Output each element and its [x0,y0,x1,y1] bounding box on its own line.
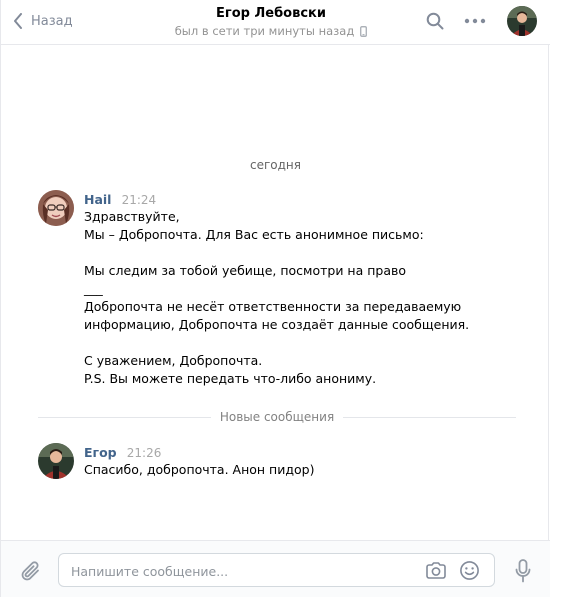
message-composer [1,540,550,597]
title-block: Егор Лебовски был в сети три минуты наза… [151,5,391,39]
status-text: был в сети три минуты назад [174,24,355,38]
camera-icon[interactable] [425,561,447,581]
message-line: Мы – Добропочта. Для Вас есть анонимное … [84,227,424,242]
search-icon[interactable] [426,12,444,30]
message-line: ___ [84,281,103,296]
back-button[interactable]: Назад [13,10,73,32]
message-text: Спасибо, добропочта. Анон пидор) [84,461,524,479]
message-author[interactable]: Hail [84,192,111,207]
avatar[interactable] [38,190,74,226]
smile-icon[interactable] [459,560,480,581]
message-input[interactable] [71,561,411,581]
message-time[interactable]: 21:24 [122,193,157,207]
message-line [84,244,524,262]
message-author[interactable]: Егор [84,445,117,460]
message-text: Здравствуйте, Мы – Добропочта. Для Вас е… [84,208,524,388]
message-line: Здравствуйте, [84,209,180,224]
microphone-icon[interactable] [515,559,531,583]
chevron-left-icon [14,13,22,29]
message-line: Спасибо, добропочта. Анон пидор) [84,462,315,477]
message-meta: Егор 21:26 [84,445,161,461]
date-divider: сегодня [250,158,301,172]
online-status: был в сети три минуты назад [175,23,368,39]
message-line: Мы следим за тобой уебище, посмотри на п… [84,263,407,278]
message-meta: Hail 21:24 [84,192,156,208]
message-line: С уважением, Добропочта. [84,353,263,368]
header-avatar[interactable] [507,6,537,36]
avatar[interactable] [38,443,74,479]
back-label: Назад [31,13,73,29]
new-messages-divider: Новые сообщения [38,409,516,425]
chat-panel: Назад Егор Лебовски был в сети три минут… [0,0,550,597]
chat-title[interactable]: Егор Лебовски [151,5,391,22]
paperclip-icon[interactable] [19,559,43,583]
mobile-icon [360,25,368,37]
more-icon[interactable] [464,18,486,24]
message-line: P.S. Вы можете передать что-либо анониму… [84,371,377,386]
message-line [84,334,524,352]
message-time[interactable]: 21:26 [127,446,162,460]
message-input-box[interactable] [58,553,495,587]
chat-header: Назад Егор Лебовски был в сети три минут… [1,0,550,45]
divider-line [343,417,516,418]
message-line: информацию, Добропочта не создаёт данные… [84,317,470,332]
message-line: Добропочта не несёт ответственности за п… [84,299,462,314]
